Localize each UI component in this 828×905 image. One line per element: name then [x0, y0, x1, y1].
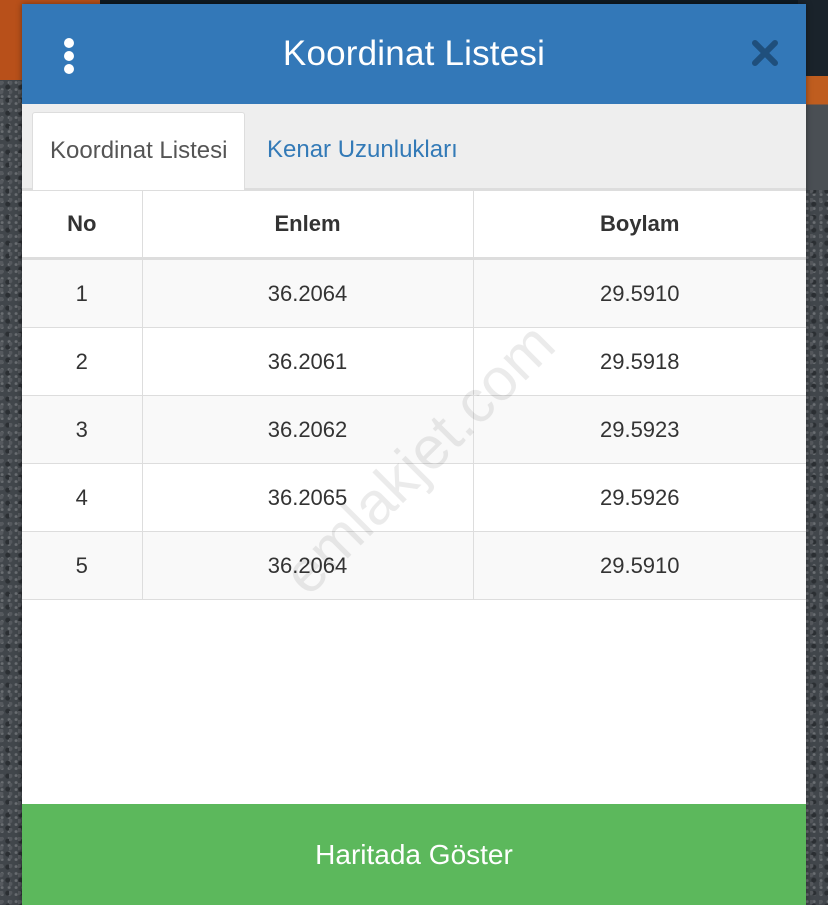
- cell-enlem: 36.2064: [141, 531, 474, 600]
- cell-no: 2: [22, 327, 143, 396]
- tab-kenar-uzunluklari[interactable]: Kenar Uzunlukları: [250, 112, 475, 188]
- tab-bar: Koordinat Listesi Kenar Uzunlukları: [22, 104, 806, 190]
- cell-no: 1: [22, 258, 143, 328]
- cell-no: 5: [22, 531, 143, 600]
- table-header-row: No Enlem Boylam: [22, 190, 806, 260]
- cell-no: 4: [22, 463, 143, 532]
- cell-enlem: 36.2065: [141, 463, 474, 532]
- column-header-no: No: [22, 190, 143, 260]
- cell-enlem: 36.2064: [141, 258, 474, 328]
- table-row: 5 36.2064 29.5910: [22, 531, 806, 600]
- cell-enlem: 36.2061: [141, 327, 474, 396]
- cell-boylam: 29.5923: [472, 395, 806, 464]
- cell-boylam: 29.5926: [472, 463, 806, 532]
- coordinate-list-dialog: Koordinat Listesi Koordinat Listesi Kena…: [22, 4, 806, 905]
- dialog-header: Koordinat Listesi: [22, 4, 806, 104]
- table-row: 2 36.2061 29.5918: [22, 327, 806, 396]
- empty-area: [22, 600, 806, 804]
- cell-boylam: 29.5918: [472, 327, 806, 396]
- column-header-boylam: Boylam: [472, 190, 806, 260]
- cell-no: 3: [22, 395, 143, 464]
- cell-boylam: 29.5910: [472, 531, 806, 600]
- cell-boylam: 29.5910: [472, 258, 806, 328]
- table-row: 3 36.2062 29.5923: [22, 395, 806, 464]
- column-header-enlem: Enlem: [141, 190, 474, 260]
- coordinate-table: No Enlem Boylam 1 36.2064 29.5910 2 36.2…: [22, 190, 806, 600]
- table-row: 1 36.2064 29.5910: [22, 258, 806, 328]
- table-row: 4 36.2065 29.5926: [22, 463, 806, 532]
- tab-koordinat-listesi[interactable]: Koordinat Listesi: [32, 112, 246, 190]
- cell-enlem: 36.2062: [141, 395, 474, 464]
- vertical-dots-icon[interactable]: [62, 38, 76, 74]
- show-on-map-button[interactable]: Haritada Göster: [22, 804, 806, 905]
- close-icon[interactable]: [750, 38, 780, 68]
- dialog-title: Koordinat Listesi: [282, 34, 546, 73]
